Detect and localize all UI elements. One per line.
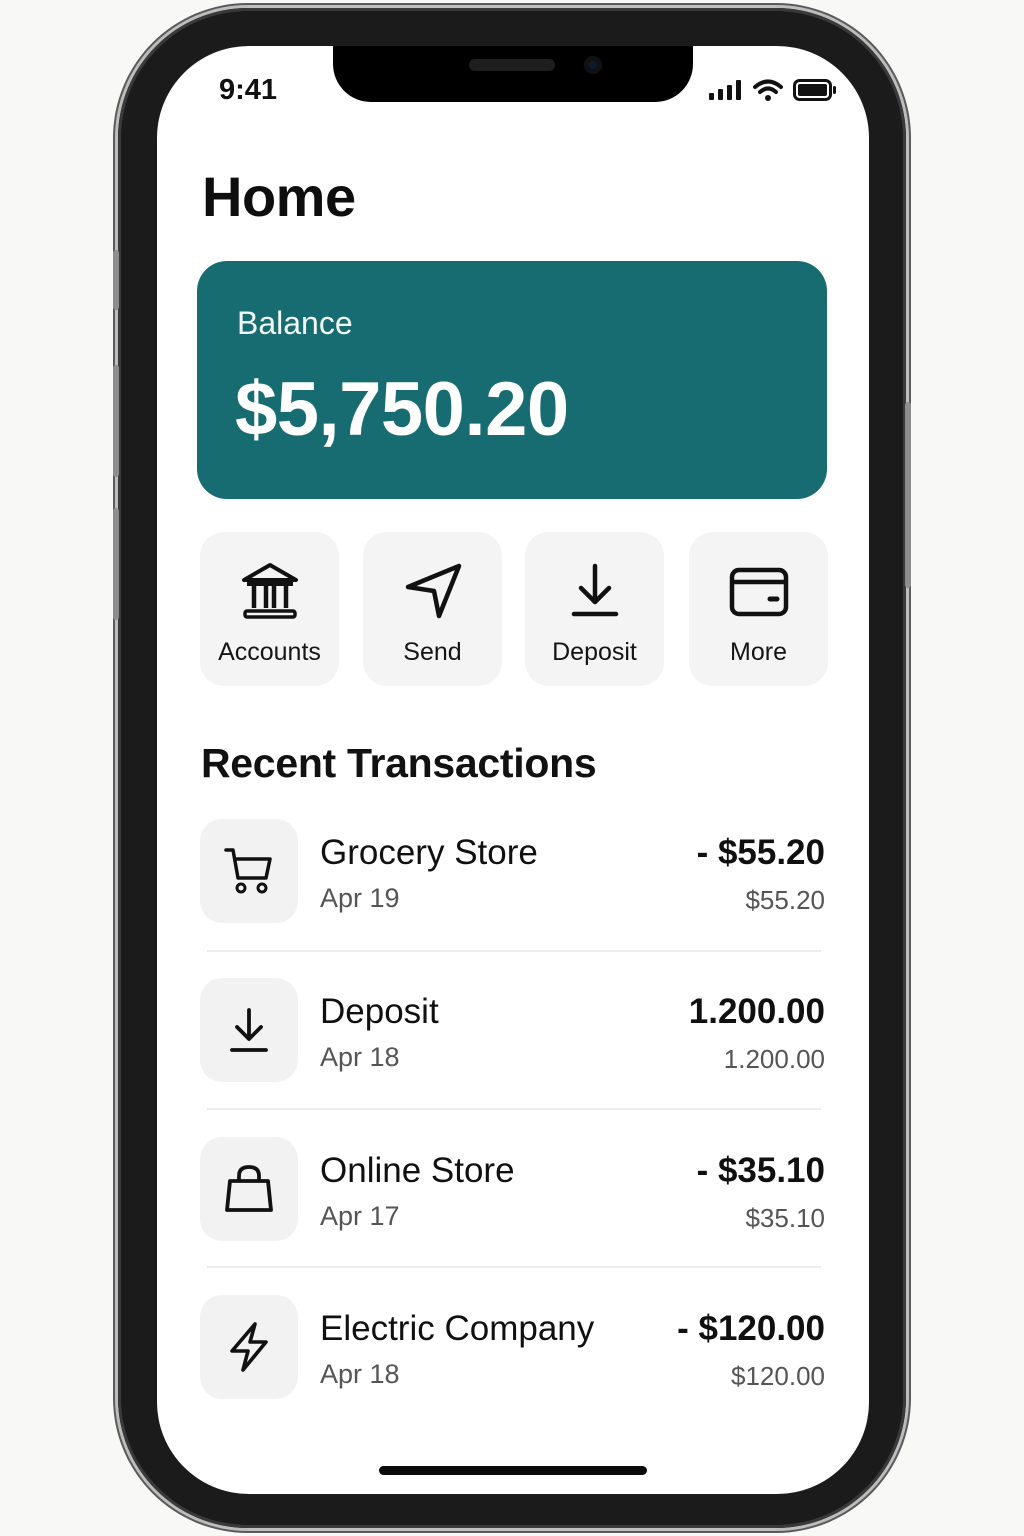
transaction-row[interactable]: Grocery Store Apr 19 - $55.20 $55.20 [200, 819, 825, 925]
app-screen: 9:41 Home Balance $5,750.20 Accounts Sen… [157, 46, 869, 1494]
status-icons [709, 79, 837, 101]
transaction-amount: - $35.10 [696, 1151, 825, 1190]
wallet-icon [729, 567, 789, 617]
transactions-heading: Recent Transactions [201, 740, 597, 786]
front-camera [584, 56, 602, 74]
balance-card[interactable]: Balance $5,750.20 [197, 261, 827, 499]
quick-actions: Accounts Send Deposit More [200, 532, 828, 686]
home-indicator[interactable] [379, 1466, 647, 1475]
download-icon [230, 1008, 268, 1052]
balance-label: Balance [237, 305, 353, 341]
lightning-icon [230, 1322, 268, 1372]
cellular-signal-icon [709, 80, 741, 100]
transaction-row[interactable]: Online Store Apr 17 - $35.10 $35.10 [200, 1137, 825, 1243]
divider [207, 1266, 821, 1268]
shopping-bag-icon [225, 1165, 273, 1212]
transaction-name: Deposit [320, 992, 439, 1031]
transaction-name: Grocery Store [320, 833, 538, 872]
transaction-icon-box [200, 978, 298, 1082]
transaction-name: Online Store [320, 1151, 515, 1190]
mute-switch [113, 250, 119, 310]
power-button [905, 402, 911, 588]
send-icon [405, 563, 462, 619]
more-label: More [730, 638, 787, 666]
more-button[interactable]: More [689, 532, 828, 686]
page-title: Home [202, 165, 356, 228]
balance-amount: $5,750.20 [235, 367, 569, 452]
deposit-button[interactable]: Deposit [525, 532, 664, 686]
transaction-amount: 1.200.00 [688, 992, 825, 1031]
transaction-date: Apr 17 [320, 1201, 400, 1231]
transaction-date: Apr 18 [320, 1042, 400, 1072]
status-time: 9:41 [219, 74, 278, 106]
deposit-label: Deposit [552, 638, 637, 666]
transaction-secondary-amount: 1.200.00 [723, 1044, 825, 1074]
divider [207, 950, 821, 952]
transaction-icon-box [200, 1137, 298, 1241]
battery-icon [793, 79, 836, 101]
transaction-icon-box [200, 1295, 298, 1399]
transaction-date: Apr 19 [320, 883, 400, 913]
transaction-name: Electric Company [320, 1309, 595, 1348]
transaction-amount: - $55.20 [696, 833, 825, 872]
transaction-date: Apr 18 [320, 1359, 400, 1389]
wifi-icon [753, 79, 783, 101]
accounts-button[interactable]: Accounts [200, 532, 339, 686]
send-button[interactable]: Send [363, 532, 502, 686]
transaction-row[interactable]: Electric Company Apr 18 - $120.00 $120.0… [200, 1295, 825, 1401]
transaction-icon-box [200, 819, 298, 923]
transaction-secondary-amount: $120.00 [731, 1361, 825, 1391]
accounts-label: Accounts [218, 638, 321, 666]
cart-icon [224, 848, 272, 894]
transaction-amount: - $120.00 [677, 1309, 825, 1348]
download-icon [571, 563, 619, 617]
transaction-secondary-amount: $35.10 [745, 1203, 825, 1233]
divider [207, 1108, 821, 1110]
speaker-grille [469, 59, 555, 71]
transaction-secondary-amount: $55.20 [745, 885, 825, 915]
send-label: Send [403, 638, 462, 666]
transaction-row[interactable]: Deposit Apr 18 1.200.00 1.200.00 [200, 978, 825, 1084]
bank-icon [242, 563, 298, 619]
volume-up-button [113, 365, 119, 477]
volume-down-button [113, 508, 119, 620]
notch [333, 46, 693, 102]
